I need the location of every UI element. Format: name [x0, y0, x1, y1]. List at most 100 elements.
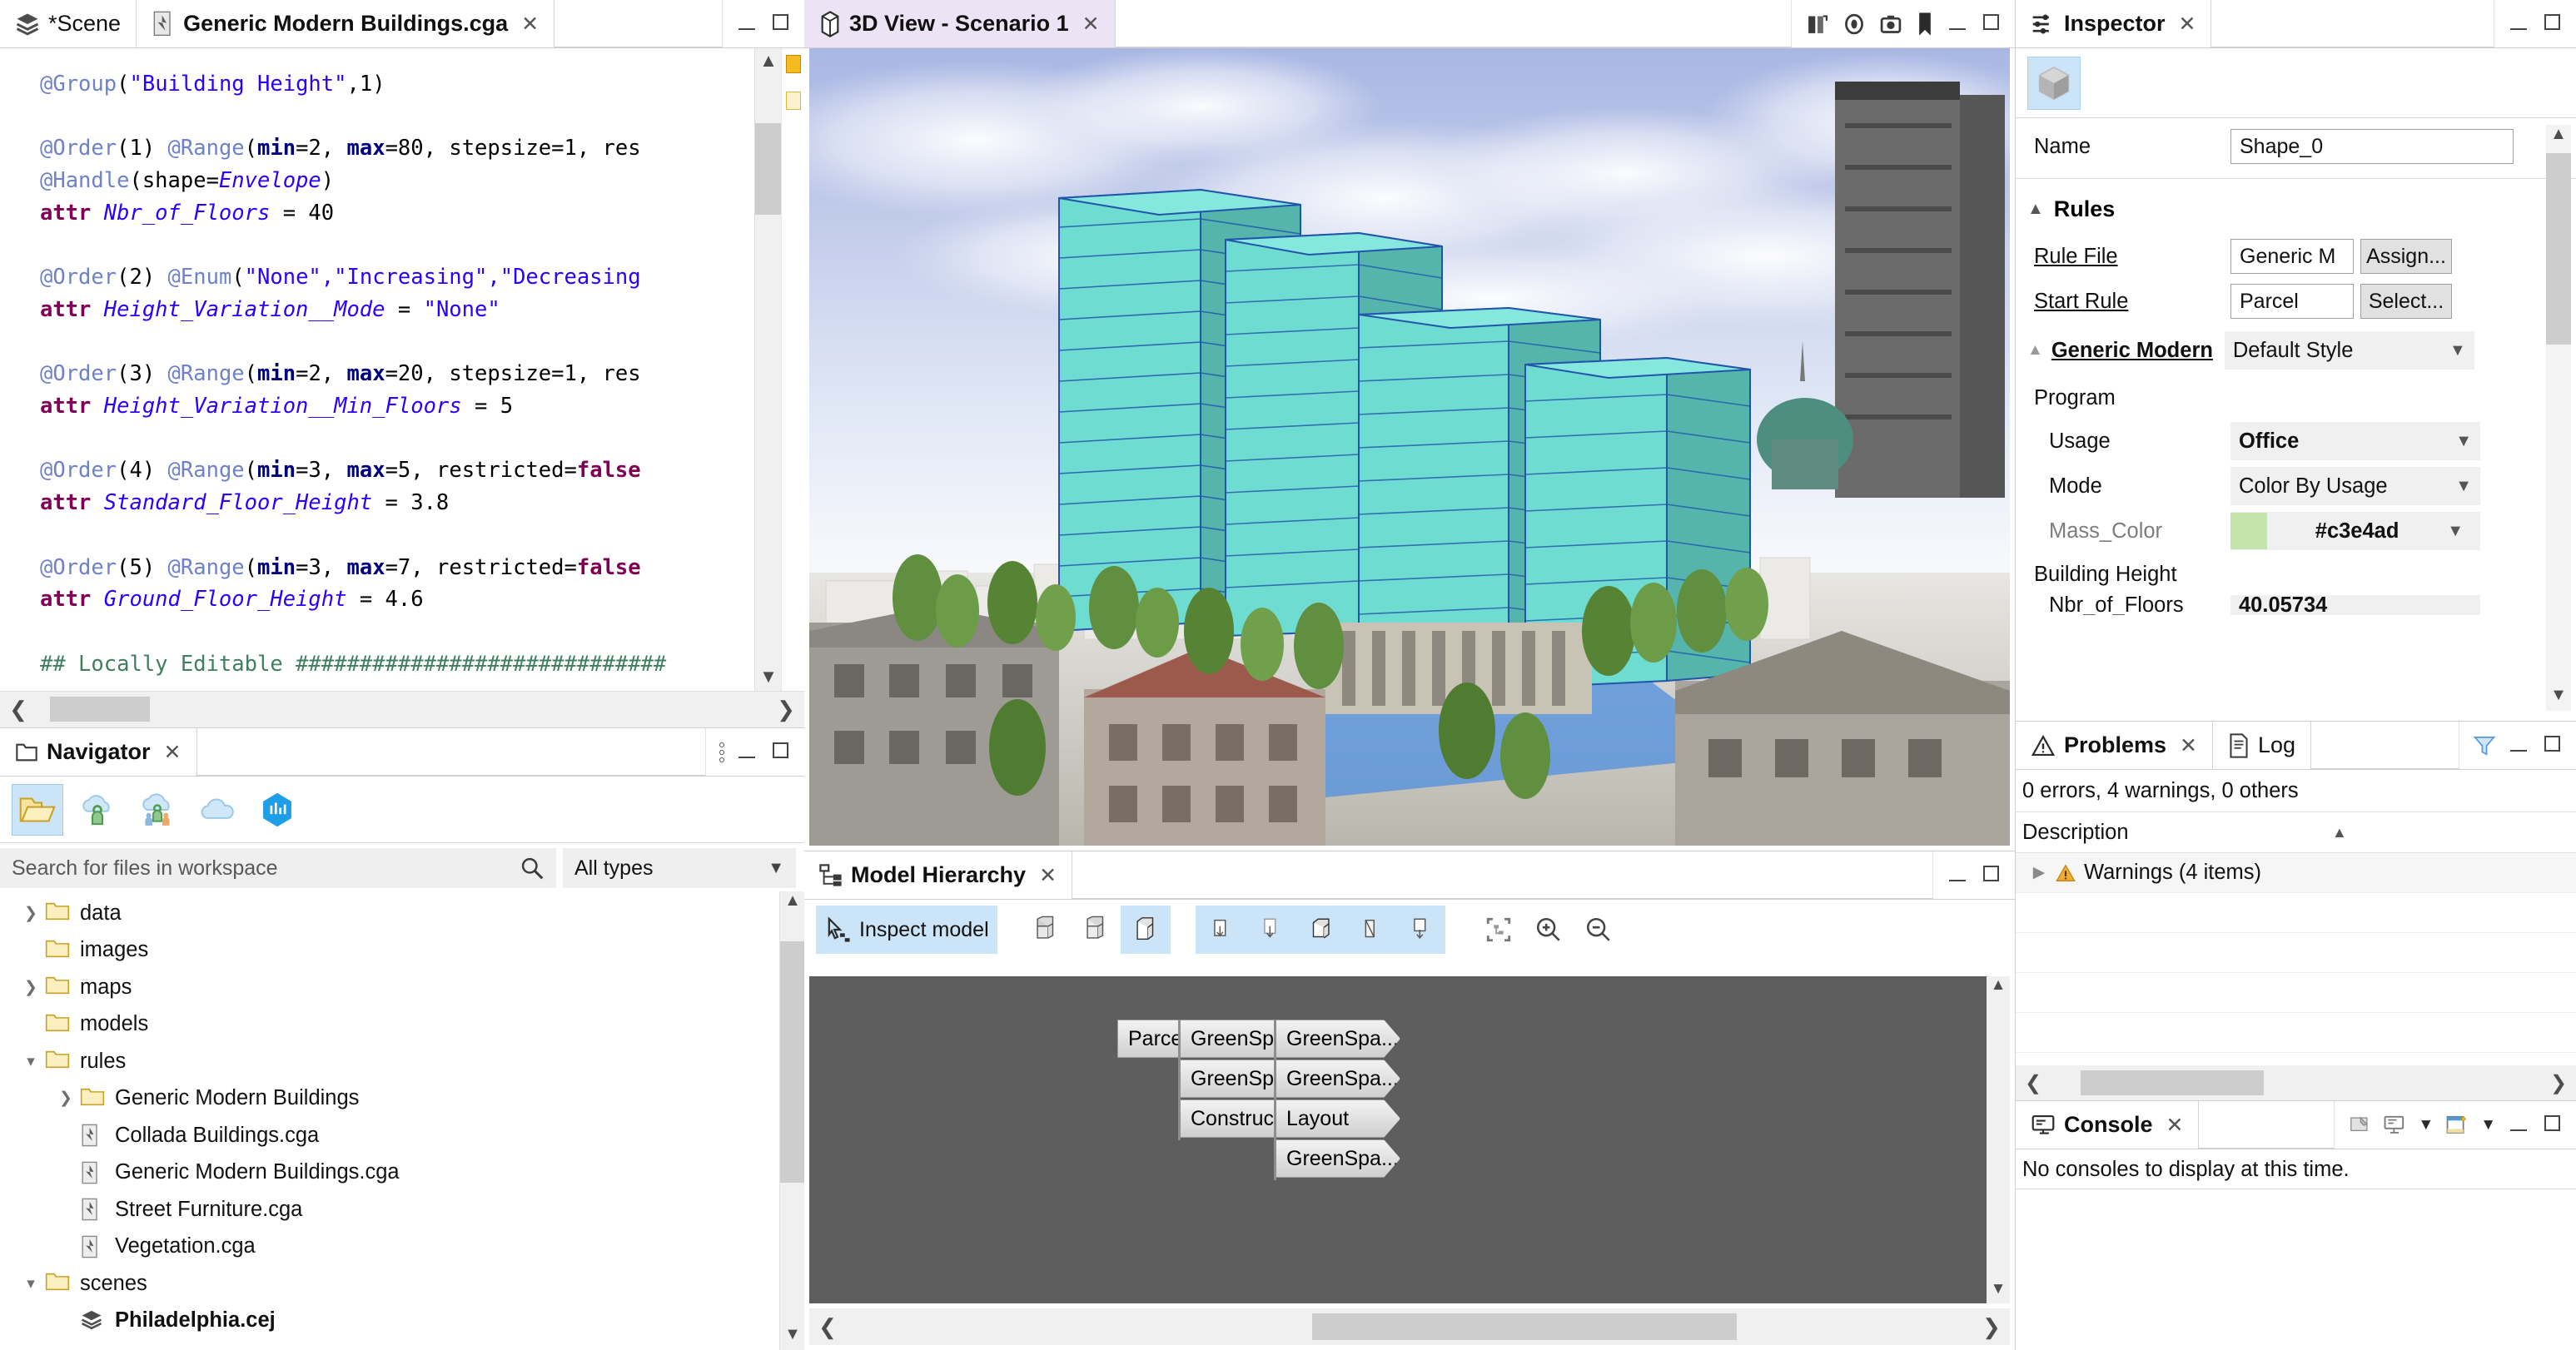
mode-dropdown[interactable]: Color By Usage ▼: [2230, 467, 2480, 505]
chevron-down-icon[interactable]: ▼: [2449, 341, 2466, 360]
tab-scene[interactable]: *Scene: [0, 0, 137, 47]
problems-horizontal-scrollbar[interactable]: ❮ ❯: [2016, 1065, 2576, 1100]
tree-item[interactable]: images: [8, 932, 804, 970]
scroll-left-icon[interactable]: ❮: [2016, 1071, 2051, 1095]
tab-problems[interactable]: Problems ✕: [2016, 722, 2213, 769]
tree-item[interactable]: ❯maps: [8, 969, 804, 1006]
problems-hscroll-track[interactable]: [2051, 1065, 2541, 1100]
scroll-left-icon[interactable]: ❮: [0, 697, 37, 722]
shape-insert-icon[interactable]: [1395, 906, 1445, 954]
local-folder-icon[interactable]: [12, 784, 63, 836]
tree-item[interactable]: Generic Modern Buildings.cga: [8, 1154, 804, 1192]
hscrollbar-thumb[interactable]: [50, 697, 150, 722]
close-icon[interactable]: ✕: [1082, 12, 1100, 37]
tree-item[interactable]: ▾rules: [8, 1043, 804, 1080]
my-content-cloud-icon[interactable]: [72, 784, 123, 836]
search-input[interactable]: Search for files in workspace: [0, 848, 556, 888]
close-icon[interactable]: ✕: [2166, 1113, 2184, 1138]
chevron-down-icon[interactable]: ▼: [2418, 1116, 2434, 1134]
start-rule-label[interactable]: Start Rule: [2034, 290, 2230, 314]
chevron-down-icon[interactable]: ▼: [2447, 522, 2472, 541]
type-filter-dropdown[interactable]: All types ▼: [563, 848, 796, 888]
usage-dropdown[interactable]: Office ▼: [2230, 422, 2480, 460]
chevron-right-icon[interactable]: ❯: [17, 904, 45, 923]
eye-icon[interactable]: [1842, 12, 1867, 37]
chevron-right-icon[interactable]: ❯: [17, 978, 45, 997]
scroll-down-icon[interactable]: ▼: [2546, 686, 2571, 711]
warning-marker[interactable]: [786, 55, 801, 73]
close-icon[interactable]: ✕: [2179, 12, 2196, 37]
zoom-out-icon[interactable]: [1574, 906, 1624, 954]
expand-arrow-icon[interactable]: ▶: [2022, 863, 2056, 882]
cloud-icon[interactable]: [191, 784, 243, 836]
chevron-down-icon[interactable]: ▼: [2480, 1116, 2496, 1134]
view-menu-icon[interactable]: [719, 742, 724, 762]
maximize-icon[interactable]: [769, 12, 791, 36]
chevron-down-icon[interactable]: ▼: [768, 859, 784, 878]
scroll-right-icon[interactable]: ❯: [1973, 1314, 2010, 1340]
maximize-icon[interactable]: [1980, 12, 2002, 36]
chevron-up-icon[interactable]: ▲: [2027, 341, 2043, 360]
close-icon[interactable]: ✕: [521, 12, 539, 37]
tree-item[interactable]: Vegetation.cga: [8, 1228, 804, 1266]
maximize-icon[interactable]: [769, 741, 791, 764]
chevron-down-icon[interactable]: ▼: [2455, 432, 2472, 451]
tree-item[interactable]: Street Furniture.cga: [8, 1191, 804, 1228]
maximize-icon[interactable]: [1980, 864, 2002, 887]
nbr-of-floors-field[interactable]: 40.05734: [2230, 595, 2480, 615]
layers-panel-icon[interactable]: [1805, 12, 1830, 37]
code-text[interactable]: @Group("Building Height",1) @Order(1) @R…: [0, 48, 754, 691]
graph-vertical-scrollbar[interactable]: ▲ ▼: [1987, 976, 2010, 1303]
shape-plane-icon[interactable]: [1345, 906, 1395, 954]
tab-navigator[interactable]: Navigator ✕: [0, 728, 197, 776]
model-shaded-wire-icon[interactable]: [1071, 906, 1121, 954]
shape-solid-icon[interactable]: [1295, 906, 1345, 954]
chevron-right-icon[interactable]: ❯: [52, 1089, 80, 1108]
graph-hscrollbar-thumb[interactable]: [1312, 1313, 1737, 1340]
minimize-icon[interactable]: [1947, 12, 1968, 36]
editor-annotation-ruler[interactable]: [781, 48, 804, 691]
tab-inspector[interactable]: Inspector ✕: [2016, 0, 2211, 47]
table-row[interactable]: [2016, 973, 2576, 1013]
minimize-icon[interactable]: [2508, 12, 2529, 36]
tree-item[interactable]: Philadelphia.cej: [8, 1303, 804, 1340]
minimize-icon[interactable]: [2508, 734, 2529, 757]
shape-down-icon[interactable]: [1246, 906, 1295, 954]
problems-hscrollbar-thumb[interactable]: [2081, 1070, 2264, 1095]
occurrence-marker[interactable]: [786, 92, 801, 110]
model-hierarchy-graph[interactable]: ParcelGreenSpa...GreenSpa...Construc...G…: [809, 976, 2010, 1303]
tree-item[interactable]: ❯Generic Modern Buildings: [8, 1080, 804, 1118]
camera-icon[interactable]: [1878, 12, 1903, 37]
fit-selection-icon[interactable]: [1474, 906, 1524, 954]
tree-item[interactable]: ▾scenes: [8, 1265, 804, 1303]
scroll-down-icon[interactable]: ▼: [755, 664, 782, 691]
close-icon[interactable]: ✕: [2180, 733, 2197, 758]
scroll-right-icon[interactable]: ❯: [768, 697, 804, 722]
tab-3d-view[interactable]: 3D View - Scenario 1 ✕: [804, 0, 1116, 47]
shape-cube-button[interactable]: [2027, 57, 2081, 110]
search-icon[interactable]: [520, 856, 545, 881]
tree-item[interactable]: ❯data: [8, 895, 804, 932]
rule-file-label[interactable]: Rule File: [2034, 245, 2230, 269]
zoom-in-icon[interactable]: [1524, 906, 1574, 954]
select-button[interactable]: Select...: [2360, 284, 2452, 319]
model-shaded-icon[interactable]: [1121, 906, 1171, 954]
scroll-down-icon[interactable]: ▼: [780, 1325, 804, 1350]
display-selected-console-icon[interactable]: [2383, 1114, 2406, 1137]
tab-generic-modern-buildings-cga[interactable]: Generic Modern Buildings.cga ✕: [137, 0, 554, 47]
shape-up-icon[interactable]: [1196, 906, 1246, 954]
start-rule-value[interactable]: Parcel: [2230, 284, 2354, 319]
chevron-up-icon[interactable]: ▲: [2332, 824, 2347, 841]
filter-icon[interactable]: [2473, 734, 2496, 757]
rule-file-value[interactable]: Generic M: [2230, 239, 2354, 274]
scrollbar-thumb[interactable]: [2546, 153, 2571, 345]
mass-color-dropdown[interactable]: #c3e4ad ▼: [2230, 512, 2480, 550]
minimize-icon[interactable]: [1947, 864, 1968, 887]
tab-log[interactable]: Log: [2213, 722, 2311, 769]
close-icon[interactable]: ✕: [164, 740, 182, 765]
graph-node[interactable]: GreenSpa...: [1276, 1060, 1400, 1098]
assign-button[interactable]: Assign...: [2360, 239, 2452, 274]
scroll-up-icon[interactable]: ▲: [780, 891, 804, 916]
minimize-icon[interactable]: [2508, 1114, 2529, 1137]
problems-column-header[interactable]: Description ▲: [2016, 811, 2576, 853]
